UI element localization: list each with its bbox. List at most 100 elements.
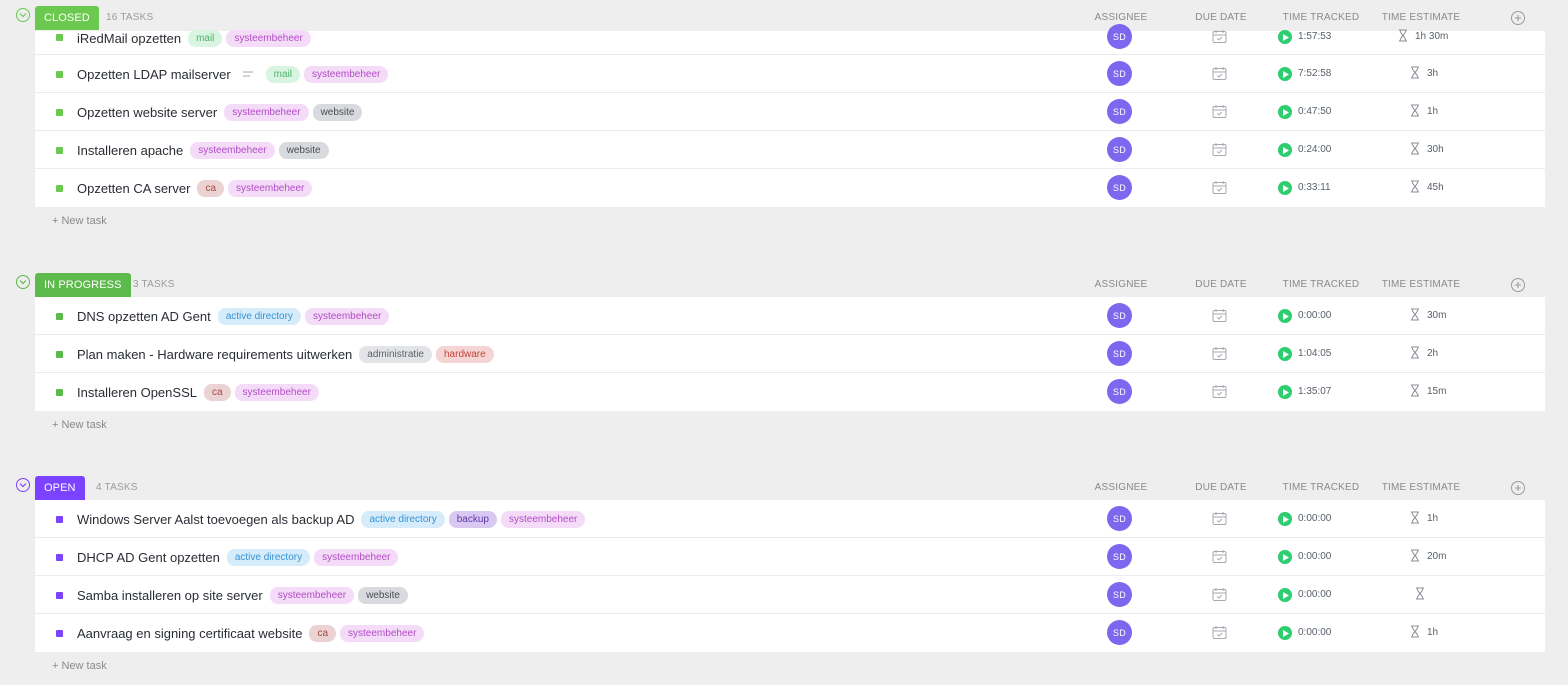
task-name[interactable]: Plan maken - Hardware requirements uitwe… — [77, 347, 352, 362]
calendar-icon[interactable] — [1212, 587, 1227, 602]
hourglass-icon[interactable] — [1410, 625, 1420, 638]
task-row[interactable]: DHCP AD Gent opzetten active directory sys… — [35, 538, 1545, 576]
calendar-icon[interactable] — [1212, 549, 1227, 564]
column-header-time-estimate[interactable]: TIME ESTIMATE — [1380, 273, 1462, 297]
time-tracked-value[interactable]: 0:33:11 — [1298, 169, 1331, 207]
play-timer-icon[interactable] — [1278, 30, 1292, 44]
tag-systeembeheer[interactable]: systeembeheer — [304, 65, 389, 83]
time-estimate-value[interactable]: 30m — [1427, 297, 1446, 335]
hourglass-icon[interactable] — [1410, 346, 1420, 359]
time-estimate-value[interactable]: 1h — [1427, 614, 1438, 652]
task-status-square[interactable] — [56, 389, 63, 396]
calendar-icon[interactable] — [1212, 29, 1227, 44]
play-timer-icon[interactable] — [1278, 143, 1292, 157]
time-tracked-value[interactable]: 0:00:00 — [1298, 297, 1331, 335]
tag-systeembeheer[interactable]: systeembeheer — [340, 624, 425, 642]
tag-ca[interactable]: ca — [203, 383, 231, 401]
play-timer-icon[interactable] — [1278, 385, 1292, 399]
task-name[interactable]: Opzetten CA server — [77, 181, 190, 196]
column-header-time-tracked[interactable]: TIME TRACKED — [1280, 273, 1362, 297]
hourglass-icon[interactable] — [1410, 384, 1420, 397]
avatar[interactable]: SD — [1107, 544, 1132, 569]
time-estimate-value[interactable]: 15m — [1427, 373, 1446, 411]
task-status-square[interactable] — [56, 554, 63, 561]
time-estimate-value[interactable]: 1h 30m — [1415, 18, 1448, 56]
calendar-icon[interactable] — [1212, 346, 1227, 361]
time-estimate-value[interactable]: 45h — [1427, 169, 1444, 207]
play-timer-icon[interactable] — [1278, 347, 1292, 361]
play-timer-icon[interactable] — [1278, 181, 1292, 195]
avatar[interactable]: SD — [1107, 24, 1132, 49]
tag-systeembeheer[interactable]: systeembeheer — [190, 141, 275, 159]
task-row[interactable]: Installeren OpenSSL ca systeembeheer SD 1:35… — [35, 373, 1545, 411]
new-task-button[interactable]: + New task — [52, 215, 107, 227]
task-name[interactable]: Opzetten LDAP mailserver — [77, 67, 231, 82]
time-tracked-value[interactable]: 0:00:00 — [1298, 538, 1331, 576]
task-row[interactable]: Samba installeren op site server systeemb… — [35, 576, 1545, 614]
play-timer-icon[interactable] — [1278, 105, 1292, 119]
tag-systeembeheer[interactable]: systeembeheer — [304, 307, 390, 325]
calendar-icon[interactable] — [1212, 180, 1227, 195]
calendar-icon[interactable] — [1212, 66, 1227, 81]
task-row[interactable]: Opzetten CA server ca systeembeheer SD 0:33:… — [35, 169, 1545, 207]
task-status-square[interactable] — [56, 71, 63, 78]
tag-active-directory[interactable]: active directory — [217, 307, 301, 325]
time-estimate-value[interactable]: 1h — [1427, 500, 1438, 538]
task-name[interactable]: DHCP AD Gent opzetten — [77, 550, 220, 565]
new-task-button[interactable]: + New task — [52, 419, 107, 431]
calendar-icon[interactable] — [1212, 625, 1227, 640]
tag-systeembeheer[interactable]: systeembeheer — [314, 548, 399, 566]
task-status-square[interactable] — [56, 630, 63, 637]
new-task-button[interactable]: + New task — [52, 660, 107, 672]
task-name[interactable]: iRedMail opzetten — [77, 31, 181, 46]
tag-hardware[interactable]: hardware — [436, 345, 494, 363]
task-row[interactable]: Plan maken - Hardware requirements uitwe… — [35, 335, 1545, 373]
time-estimate-value[interactable]: 2h — [1427, 335, 1438, 373]
tag-active-directory[interactable]: active directory — [361, 510, 445, 528]
hourglass-icon[interactable] — [1410, 549, 1420, 562]
time-tracked-value[interactable]: 0:00:00 — [1298, 500, 1331, 538]
task-status-square[interactable] — [56, 109, 63, 116]
tag-website[interactable]: website — [312, 103, 363, 121]
hourglass-icon[interactable] — [1410, 511, 1420, 524]
add-column-button[interactable] — [1511, 278, 1525, 292]
hourglass-icon[interactable] — [1398, 29, 1408, 42]
add-column-button[interactable] — [1511, 481, 1525, 495]
task-status-square[interactable] — [56, 351, 63, 358]
status-pill[interactable]: IN PROGRESS — [35, 273, 131, 297]
task-status-square[interactable] — [56, 516, 63, 523]
calendar-icon[interactable] — [1212, 384, 1227, 399]
play-timer-icon[interactable] — [1278, 550, 1292, 564]
tag-mail[interactable]: mail — [188, 29, 223, 47]
calendar-icon[interactable] — [1212, 511, 1227, 526]
tag-systeembeheer[interactable]: systeembeheer — [500, 510, 586, 528]
time-tracked-value[interactable]: 1:04:05 — [1298, 335, 1331, 373]
play-timer-icon[interactable] — [1278, 588, 1292, 602]
column-header-due-date[interactable]: DUE DATE — [1190, 476, 1252, 500]
task-status-square[interactable] — [56, 592, 63, 599]
tag-systeembeheer[interactable]: systeembeheer — [234, 383, 319, 401]
task-row[interactable]: Opzetten LDAP mailserver mail systeembehee… — [35, 55, 1545, 93]
task-name[interactable]: Installeren OpenSSL — [77, 385, 197, 400]
avatar[interactable]: SD — [1107, 303, 1132, 328]
time-estimate-value[interactable]: 3h — [1427, 55, 1438, 93]
tag-systeembeheer[interactable]: systeembeheer — [228, 179, 313, 197]
collapse-group-button[interactable] — [16, 275, 30, 289]
tag-administratie[interactable]: administratie — [359, 345, 432, 363]
play-timer-icon[interactable] — [1278, 626, 1292, 640]
column-header-time-tracked[interactable]: TIME TRACKED — [1280, 476, 1362, 500]
task-status-square[interactable] — [56, 147, 63, 154]
calendar-icon[interactable] — [1212, 104, 1227, 119]
avatar[interactable]: SD — [1107, 341, 1132, 366]
hourglass-icon[interactable] — [1410, 308, 1420, 321]
hourglass-icon[interactable] — [1410, 180, 1420, 193]
tag-ca[interactable]: ca — [197, 179, 225, 197]
hourglass-icon[interactable] — [1410, 142, 1420, 155]
task-status-square[interactable] — [56, 313, 63, 320]
play-timer-icon[interactable] — [1278, 512, 1292, 526]
avatar[interactable]: SD — [1107, 620, 1132, 645]
task-row[interactable]: iRedMail opzetten mail systeembeheer SD 1:57… — [35, 24, 1545, 55]
column-header-assignee[interactable]: ASSIGNEE — [1090, 273, 1152, 297]
time-tracked-value[interactable]: 7:52:58 — [1298, 55, 1331, 93]
avatar[interactable]: SD — [1107, 137, 1132, 162]
